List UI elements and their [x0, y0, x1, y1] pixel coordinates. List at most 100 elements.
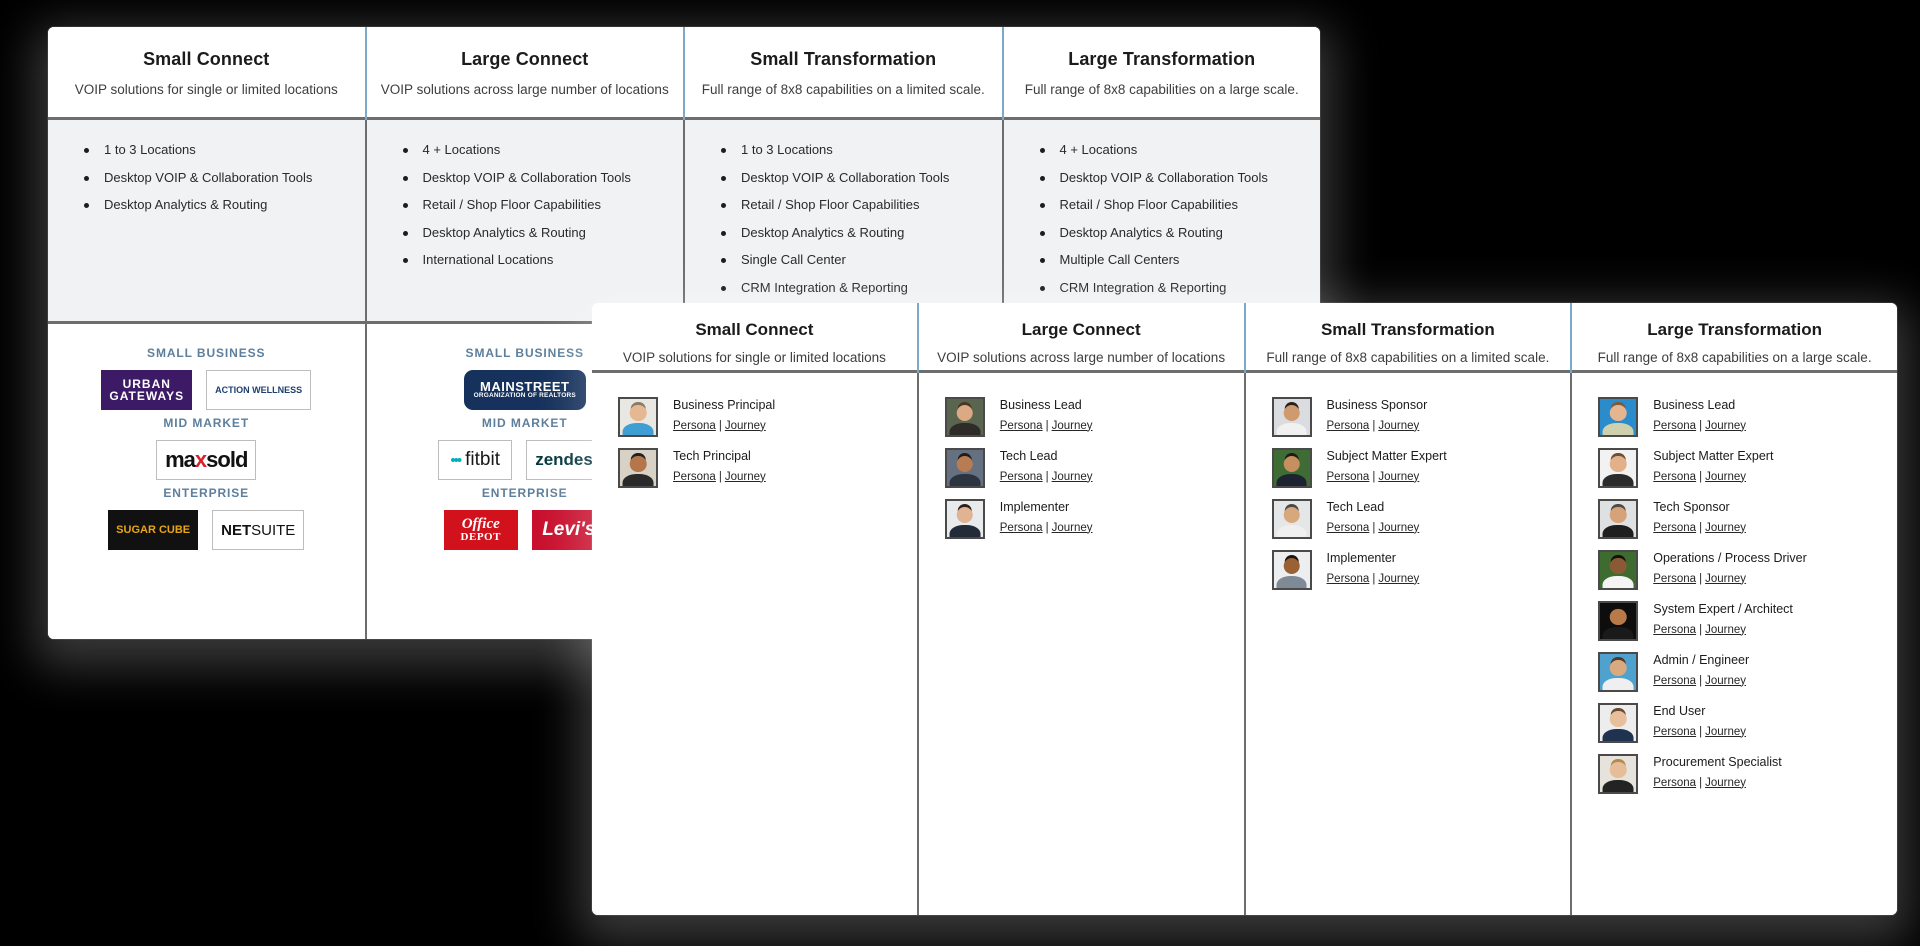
- front-column-subtitle: VOIP solutions across large number of lo…: [937, 350, 1226, 365]
- front-column-4: Large Transformation Full range of 8x8 ca…: [1572, 303, 1897, 915]
- feature-item: Desktop Analytics & Routing: [82, 197, 355, 212]
- journey-link[interactable]: Journey: [1705, 522, 1746, 534]
- journey-link[interactable]: Journey: [725, 471, 766, 483]
- persona-link[interactable]: Persona: [1653, 573, 1696, 585]
- persona-link[interactable]: Persona: [1000, 522, 1043, 534]
- persona-link[interactable]: Persona: [673, 420, 716, 432]
- avatar-torso: [1602, 728, 1634, 741]
- journey-link[interactable]: Journey: [1705, 420, 1746, 432]
- persona-links: Persona | Journey: [1000, 522, 1093, 534]
- persona-link[interactable]: Persona: [1327, 573, 1370, 585]
- logo-row: SUGAR CUBE NET SUITE: [56, 510, 357, 550]
- persona-link[interactable]: Persona: [673, 471, 716, 483]
- persona-links: Persona | Journey: [673, 420, 775, 432]
- persona-link[interactable]: Persona: [1327, 420, 1370, 432]
- persona-link[interactable]: Persona: [1653, 624, 1696, 636]
- avatar-torso: [1602, 677, 1634, 690]
- persona-text: Admin / Engineer Persona | Journey: [1653, 652, 1749, 687]
- avatar-face: [1609, 506, 1627, 524]
- avatar-face: [1609, 404, 1627, 422]
- avatar-torso: [1602, 422, 1634, 435]
- persona-text: Operations / Process Driver Persona | Journ…: [1653, 550, 1807, 585]
- feature-item: International Locations: [401, 252, 674, 267]
- persona-avatar-5: [1598, 601, 1639, 641]
- persona-text: Implementer Persona | Journey: [1000, 499, 1093, 534]
- avatar-torso: [1276, 422, 1307, 435]
- persona-avatar-1: [618, 397, 658, 437]
- front-column-header: Large Transformation Full range of 8x8 ca…: [1572, 303, 1897, 373]
- journey-link[interactable]: Journey: [725, 420, 766, 432]
- persona-link-separator: |: [1699, 776, 1703, 789]
- persona-row: Procurement Specialist Persona | Journey: [1598, 754, 1887, 794]
- feature-item: Desktop Analytics & Routing: [1038, 225, 1311, 240]
- persona-link[interactable]: Persona: [1653, 777, 1696, 789]
- journey-link[interactable]: Journey: [1705, 573, 1746, 585]
- persona-role: Business Lead: [1653, 398, 1736, 412]
- feature-item: Desktop VOIP & Collaboration Tools: [401, 170, 674, 185]
- persona-link[interactable]: Persona: [1000, 420, 1043, 432]
- persona-avatar-3: [944, 499, 985, 539]
- journey-link[interactable]: Journey: [1378, 573, 1419, 585]
- journey-link[interactable]: Journey: [1378, 522, 1419, 534]
- feature-item: Desktop VOIP & Collaboration Tools: [82, 170, 355, 185]
- front-column-title: Large Connect: [1021, 320, 1141, 339]
- persona-role: Business Principal: [673, 398, 776, 412]
- back-column-feature-list: 1 to 3 Locations Desktop VOIP & Collabora…: [685, 120, 1002, 324]
- persona-link[interactable]: Persona: [1653, 675, 1696, 687]
- avatar-torso: [949, 422, 981, 435]
- front-column-title: Large Transformation: [1647, 320, 1822, 339]
- persona-link-separator: |: [1045, 470, 1049, 483]
- back-column-header: Large Transformation Full range of 8x8 ca…: [1003, 27, 1320, 120]
- persona-link[interactable]: Persona: [1000, 471, 1043, 483]
- logo-row: URBAN GATEWAYS ACTION WELLNESS: [56, 370, 357, 410]
- journey-link[interactable]: Journey: [1705, 777, 1746, 789]
- persona-row: Business Principal Persona | Journey: [618, 397, 907, 437]
- journey-link[interactable]: Journey: [1052, 420, 1093, 432]
- persona-role: Implementer: [999, 500, 1070, 514]
- avatar-torso: [622, 422, 654, 435]
- persona-text: Tech Sponsor Persona | Journey: [1653, 499, 1746, 534]
- avatar-face: [629, 455, 647, 473]
- persona-link[interactable]: Persona: [1653, 726, 1696, 738]
- persona-link[interactable]: Persona: [1653, 420, 1696, 432]
- persona-link-separator: |: [1045, 521, 1049, 534]
- persona-role: Admin / Engineer: [1653, 653, 1750, 667]
- back-column-subtitle: Full range of 8x8 capabilities on a larg…: [1024, 82, 1299, 97]
- avatar-face: [1283, 404, 1300, 422]
- persona-text: End User Persona | Journey: [1653, 703, 1746, 738]
- persona-link[interactable]: Persona: [1653, 522, 1696, 534]
- persona-text: Tech Lead Persona | Journey: [1327, 499, 1420, 534]
- persona-avatar-7: [1598, 703, 1639, 743]
- customer-logo: SUGAR CUBE: [108, 510, 199, 550]
- persona-link[interactable]: Persona: [1327, 471, 1370, 483]
- feature-list: 1 to 3 Locations Desktop VOIP & Collabora…: [719, 142, 992, 295]
- persona-role: Tech Lead: [999, 449, 1058, 463]
- avatar-face: [1609, 455, 1627, 473]
- journey-link[interactable]: Journey: [1378, 420, 1419, 432]
- persona-link[interactable]: Persona: [1653, 471, 1696, 483]
- persona-avatar-2: [618, 448, 658, 488]
- persona-row: Implementer Persona | Journey: [944, 499, 1234, 539]
- journey-link[interactable]: Journey: [1705, 624, 1746, 636]
- persona-links: Persona | Journey: [1653, 573, 1807, 585]
- front-column-subtitle: VOIP solutions for single or limited loc…: [622, 350, 886, 365]
- journey-link[interactable]: Journey: [1052, 522, 1093, 534]
- persona-avatar-3: [1271, 499, 1312, 539]
- front-column-3: Small Transformation Full range of 8x8 ca…: [1245, 303, 1573, 915]
- journey-link[interactable]: Journey: [1705, 675, 1746, 687]
- customer-logo: URBAN GATEWAYS: [101, 370, 193, 410]
- journey-link[interactable]: Journey: [1052, 471, 1093, 483]
- customer-logo: NET SUITE: [212, 510, 305, 550]
- feature-item: Retail / Shop Floor Capabilities: [719, 197, 992, 212]
- feature-item: Single Call Center: [719, 252, 992, 267]
- front-column-2: Large Connect VOIP solutions across large…: [918, 303, 1246, 915]
- journey-link[interactable]: Journey: [1378, 471, 1419, 483]
- journey-link[interactable]: Journey: [1705, 471, 1746, 483]
- persona-links: Persona | Journey: [1653, 624, 1793, 636]
- persona-links: Persona | Journey: [1000, 471, 1093, 483]
- avatar-face: [956, 506, 974, 524]
- persona-text: Procurement Specialist Persona | Journey: [1653, 754, 1782, 789]
- journey-link[interactable]: Journey: [1705, 726, 1746, 738]
- persona-link[interactable]: Persona: [1327, 522, 1370, 534]
- avatar-torso: [1602, 473, 1634, 486]
